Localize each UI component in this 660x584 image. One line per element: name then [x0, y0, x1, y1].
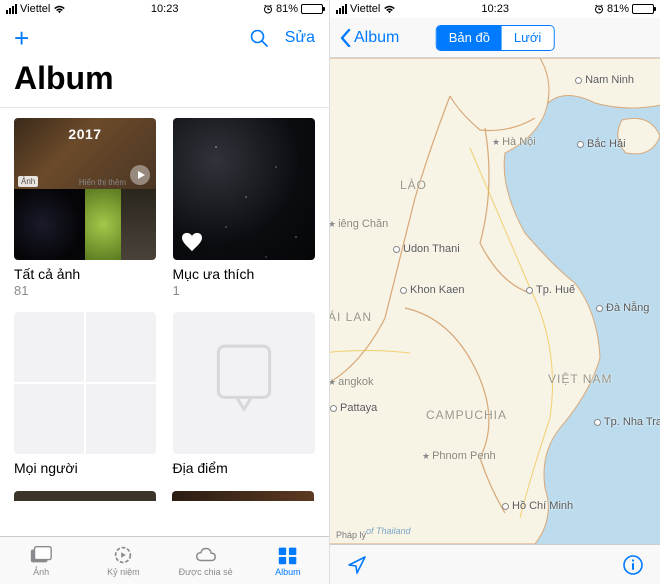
add-album-button[interactable]: + [14, 25, 29, 51]
map-legal-link[interactable]: Pháp lý [336, 530, 366, 540]
year-overlay: 2017 [68, 126, 101, 142]
status-bar: Viettel 10:23 81% [0, 0, 329, 18]
chevron-left-icon [340, 29, 352, 47]
country-cambodia: CAMPUCHIA [426, 408, 507, 422]
search-button[interactable] [249, 28, 269, 48]
alarm-icon [263, 4, 273, 14]
city-khonkaen: Khon Kaen [400, 284, 464, 296]
album-count: 1 [173, 283, 315, 298]
wifi-icon [53, 5, 66, 14]
album-grid: 2017 Ảnh Hiển thị thêm Tất cả ảnh 81 [0, 108, 329, 487]
city-phnompenh: Phnom Penh [422, 450, 496, 462]
map-canvas[interactable]: Nam Ninh Hà Nội Bắc Hải LÀO iêng Chăn Ud… [330, 58, 660, 544]
album-count: 81 [14, 283, 156, 298]
album-row-peek [0, 491, 329, 501]
signal-bars-icon [6, 4, 17, 14]
country-thailand: ÁI LAN [330, 310, 372, 324]
thumb-caption-left: Ảnh [18, 176, 38, 187]
battery-icon [632, 4, 654, 14]
alarm-icon [594, 4, 604, 14]
tab-bar: Ảnh Kỷ niệm Được chia sẻ Album [0, 536, 329, 584]
view-segmented-control: Bản đồ Lưới [436, 25, 555, 51]
tab-photos[interactable]: Ảnh [0, 537, 82, 584]
map-svg [330, 58, 660, 544]
city-pattaya: Pattaya [330, 402, 377, 414]
clock-label: 10:23 [151, 3, 179, 15]
tab-shared[interactable]: Được chia sẻ [165, 537, 247, 584]
info-button[interactable] [622, 554, 644, 576]
city-udon: Udon Thani [393, 243, 460, 255]
segment-map[interactable]: Bản đồ [437, 26, 502, 50]
city-bangkok: angkok [330, 376, 374, 388]
album-label: Mọi người [14, 460, 156, 476]
tab-albums[interactable]: Album [247, 537, 329, 584]
battery-pct-label: 81% [607, 3, 629, 15]
photos-stack-icon [29, 544, 53, 566]
album-favorites[interactable]: Mục ưa thích 1 [173, 118, 315, 298]
city-bac-hai: Bắc Hải [577, 138, 626, 150]
city-hcm: Hồ Chí Minh [502, 500, 573, 512]
city-vientiane: iêng Chăn [330, 218, 388, 230]
back-button[interactable]: Album [340, 29, 399, 47]
carrier-label: Viettel [20, 3, 50, 15]
city-hanoi: Hà Nội [492, 136, 536, 148]
phone-places-map: Viettel 10:23 81% Album Bản đồ Lưới [330, 0, 660, 584]
memories-icon [111, 544, 135, 566]
album-places[interactable]: Địa điểm [173, 312, 315, 477]
map-pin-icon [207, 342, 281, 424]
album-people[interactable]: Mọi người [14, 312, 156, 477]
segment-grid[interactable]: Lưới [502, 26, 553, 50]
signal-bars-icon [336, 4, 347, 14]
city-danang: Đà Nẵng [596, 302, 649, 314]
nav-bar: Album Bản đồ Lưới [330, 18, 660, 58]
battery-icon [301, 4, 323, 14]
thumb-caption-right: Hiển thị thêm [79, 178, 126, 187]
tab-label: Ảnh [33, 567, 49, 577]
country-laos: LÀO [400, 178, 427, 192]
tab-label: Được chia sẻ [179, 567, 233, 577]
sea-gulf-thailand: of Thailand [366, 526, 411, 536]
tab-memories[interactable]: Kỷ niệm [82, 537, 164, 584]
page-title: Album [0, 58, 329, 107]
country-vietnam: VIỆT NAM [548, 372, 612, 386]
carrier-label: Viettel [350, 3, 380, 15]
nav-bar: + Sửa [0, 18, 329, 58]
album-all-photos[interactable]: 2017 Ảnh Hiển thị thêm Tất cả ảnh 81 [14, 118, 156, 298]
back-label: Album [354, 29, 399, 47]
battery-pct-label: 81% [276, 3, 298, 15]
status-bar: Viettel 10:23 81% [330, 0, 660, 18]
city-nam-ninh: Nam Ninh [575, 74, 634, 86]
albums-icon [276, 544, 300, 566]
phone-albums: Viettel 10:23 81% + Sửa Album [0, 0, 330, 584]
album-label: Địa điểm [173, 460, 315, 476]
heart-icon [181, 232, 203, 252]
city-nhatrang: Tp. Nha Tra [594, 416, 660, 428]
wifi-icon [383, 5, 396, 14]
tab-label: Kỷ niệm [107, 567, 140, 577]
city-hue: Tp. Huế [526, 284, 575, 296]
locate-button[interactable] [346, 554, 368, 576]
album-label: Tất cả ảnh [14, 266, 156, 282]
map-toolbar [330, 544, 660, 584]
album-label: Mục ưa thích [173, 266, 315, 282]
play-icon [130, 165, 150, 185]
clock-label: 10:23 [481, 3, 509, 15]
edit-button[interactable]: Sửa [285, 29, 315, 47]
tab-label: Album [275, 567, 301, 577]
cloud-icon [194, 544, 218, 566]
